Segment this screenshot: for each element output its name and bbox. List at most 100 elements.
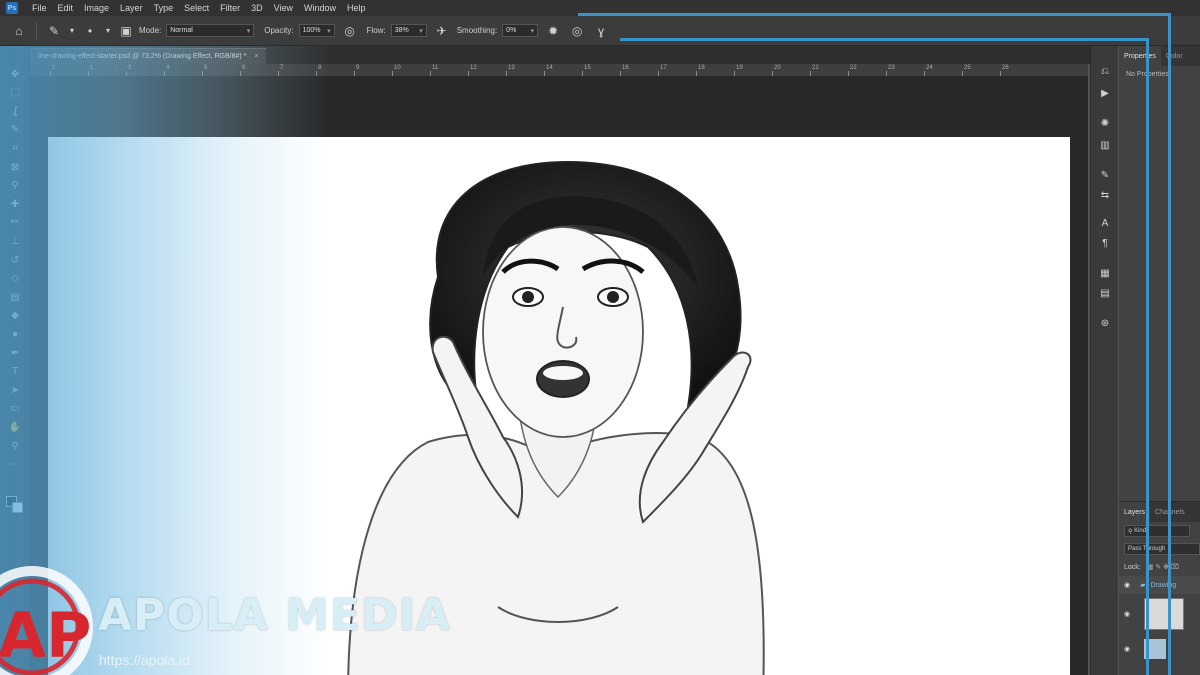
flow-label: Flow: — [366, 26, 386, 35]
eye-icon[interactable]: ◉ — [1124, 581, 1130, 589]
brush-size-icon[interactable]: • — [81, 22, 99, 40]
canvas-workspace[interactable] — [30, 77, 1088, 675]
layers-panel-tabs: Layers Channels — [1119, 502, 1200, 522]
mode-select[interactable]: Normal ▾ — [166, 24, 255, 37]
frame-icon[interactable]: ⊠ — [7, 159, 23, 175]
chevron-down-icon[interactable]: ▾ — [99, 22, 117, 40]
layer-row-image[interactable]: ◉ — [1119, 594, 1200, 634]
horizontal-ruler[interactable]: 2 1 3 4 5 6 7 8 9 10 11 12 13 14 15 16 17 18 19 20 21 22 23 24 2… — [30, 64, 1088, 77]
tab-color[interactable]: Color — [1161, 46, 1188, 66]
history-brush-icon[interactable]: ↺ — [7, 252, 23, 268]
pressure-size-icon[interactable]: ◎ — [568, 22, 586, 40]
pen-icon[interactable]: ✒ — [7, 345, 23, 361]
ruler-tick — [924, 71, 925, 76]
opacity-field[interactable]: 100% ▾ — [298, 24, 335, 37]
notes-icon[interactable]: ▤ — [1098, 286, 1112, 300]
smoothing-value: 0% — [506, 27, 517, 34]
menu-type[interactable]: Type — [154, 3, 174, 13]
blend-mode-row: Pass Through — [1119, 540, 1200, 558]
eyedropper-icon[interactable]: ⚲ — [7, 178, 23, 194]
type-icon[interactable]: T — [7, 364, 23, 380]
brush-icon[interactable]: ✏ — [7, 215, 23, 231]
photoshop-logo-icon[interactable]: Ps — [6, 2, 18, 14]
hand-icon[interactable]: ✋ — [7, 419, 23, 435]
ruler-label: 17 — [660, 65, 667, 71]
brushes-icon[interactable]: ✎ — [1098, 168, 1112, 182]
pressure-opacity-icon[interactable]: ◎ — [341, 22, 359, 40]
frame-line — [620, 38, 1148, 41]
move-icon[interactable]: ✥ — [7, 66, 23, 82]
chevron-down-icon: ▾ — [419, 27, 423, 35]
paragraph-icon[interactable]: ¶ — [1098, 236, 1112, 250]
menu-window[interactable]: Window — [304, 3, 336, 13]
close-icon[interactable]: × — [254, 53, 258, 60]
eye-icon[interactable]: ◉ — [1124, 610, 1130, 618]
menu-3d[interactable]: 3D — [251, 3, 263, 13]
ruler-tick — [164, 71, 165, 76]
ruler-label: 14 — [546, 65, 553, 71]
ruler-label: 18 — [698, 65, 705, 71]
menu-help[interactable]: Help — [347, 3, 366, 13]
libraries-icon[interactable]: ▦ — [1098, 266, 1112, 280]
document-tab[interactable]: line-drawing-effect-starter.psd @ 73.2% … — [30, 48, 267, 64]
lock-icons[interactable]: ▦ ✎ ✥ ⌧ — [1147, 563, 1179, 571]
more-icon[interactable]: ⋯ — [7, 457, 23, 473]
background-color-swatch[interactable] — [12, 502, 23, 513]
watermark-url: https://apola.id — [99, 652, 191, 668]
paths-icon[interactable]: ⇆ — [1098, 188, 1112, 202]
path-select-icon[interactable]: ➤ — [7, 382, 23, 398]
ruler-label: 5 — [204, 65, 208, 71]
layer-row-group[interactable]: ◉ ▰ Drawing — [1119, 576, 1200, 594]
menu-view[interactable]: View — [274, 3, 293, 13]
chevron-down-icon[interactable]: ▾ — [63, 22, 81, 40]
eye-icon[interactable]: ◉ — [1124, 645, 1130, 653]
brush-preset-icon[interactable]: ✎ — [45, 22, 63, 40]
ruler-label: 10 — [394, 65, 401, 71]
smoothing-field[interactable]: 0% ▾ — [502, 24, 539, 37]
dodge-icon[interactable]: ● — [7, 326, 23, 342]
brush-settings-icon[interactable]: ▣ — [117, 22, 135, 40]
ruler-tick — [126, 71, 127, 76]
quick-select-icon[interactable]: ✎ — [7, 122, 23, 138]
layer-row-base[interactable]: ◉ — [1119, 634, 1200, 664]
eraser-icon[interactable]: ◇ — [7, 271, 23, 287]
menu-layer[interactable]: Layer — [120, 3, 143, 13]
menu-filter[interactable]: Filter — [220, 3, 240, 13]
menu-file[interactable]: File — [32, 3, 47, 13]
navigator-icon[interactable]: ⊛ — [1098, 316, 1112, 330]
ruler-label: 2 — [52, 65, 56, 71]
blur-icon[interactable]: ◆ — [7, 308, 23, 324]
chevron-down-icon: ▾ — [246, 27, 251, 35]
history-icon[interactable]: ⎌ — [1098, 64, 1112, 78]
histogram-icon[interactable]: ▥ — [1098, 138, 1112, 152]
airbrush-icon[interactable]: ✈ — [433, 22, 451, 40]
ruler-tick — [658, 71, 659, 76]
kind-filter-select[interactable]: ⚲ Kind — [1124, 525, 1190, 537]
home-icon[interactable]: ⌂ — [10, 22, 28, 40]
crop-icon[interactable]: ⌗ — [7, 140, 23, 156]
actions-play-icon[interactable]: ▶ — [1098, 86, 1112, 100]
ruler-label: 25 — [964, 65, 971, 71]
tab-properties[interactable]: Properties — [1119, 46, 1161, 66]
gradient-icon[interactable]: ▤ — [7, 289, 23, 305]
ruler-label: 16 — [622, 65, 629, 71]
marquee-icon[interactable]: ⬚ — [7, 85, 23, 101]
document-title: line-drawing-effect-starter.psd @ 73.2% … — [38, 53, 247, 60]
gear-icon[interactable]: ✹ — [544, 22, 562, 40]
symmetry-icon[interactable]: ɣ — [592, 22, 610, 40]
blend-mode-select[interactable]: Pass Through — [1124, 543, 1200, 555]
character-icon[interactable]: A — [1098, 216, 1112, 230]
rectangle-icon[interactable]: ▭ — [7, 401, 23, 417]
stamp-icon[interactable]: ⊥ — [7, 233, 23, 249]
ruler-tick — [696, 71, 697, 76]
lasso-icon[interactable]: ʆ — [7, 103, 23, 119]
ruler-tick — [316, 71, 317, 76]
menu-image[interactable]: Image — [84, 3, 109, 13]
adjustments-icon[interactable]: ✺ — [1098, 116, 1112, 130]
opacity-value: 100% — [302, 27, 321, 34]
healing-icon[interactable]: ✚ — [7, 196, 23, 212]
menu-select[interactable]: Select — [184, 3, 209, 13]
zoom-icon[interactable]: ⚲ — [7, 438, 23, 454]
flow-field[interactable]: 38% ▾ — [390, 24, 427, 37]
menu-edit[interactable]: Edit — [58, 3, 74, 13]
